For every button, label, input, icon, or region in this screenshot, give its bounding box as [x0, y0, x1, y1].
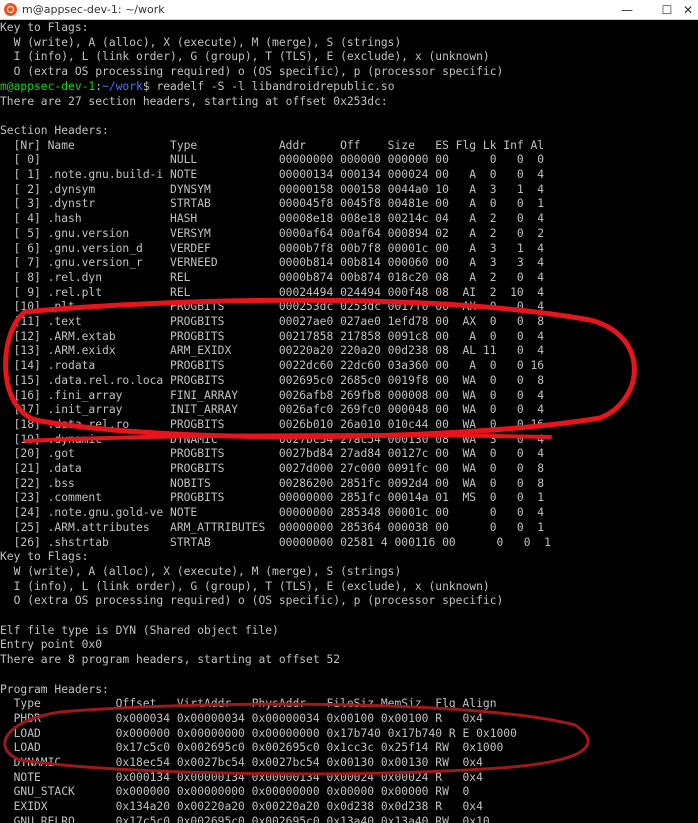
- terminal-line: Entry point 0x0: [0, 638, 103, 652]
- terminal-line: I (info), L (link order), G (group), T (…: [0, 579, 490, 593]
- terminal-output[interactable]: Key to Flags: W (write), A (alloc), X (e…: [0, 21, 698, 823]
- terminal-line: I (info), L (link order), G (group), T (…: [0, 50, 490, 64]
- terminal-line: [ 8] .rel.dyn REL 0000b874 00b874 018c20…: [0, 270, 545, 284]
- terminal-line: [ 1] .note.gnu.build-i NOTE 00000134 000…: [0, 168, 545, 181]
- close-button[interactable]: ✕: [678, 0, 698, 20]
- terminal-line: [12] .ARM.extab PROGBITS 00217858 217858…: [0, 329, 545, 343]
- terminal-line: Section Headers:: [0, 123, 109, 137]
- terminal-line: GNU_RELRO 0x17c5c0 0x002695c0 0x002695c0…: [0, 814, 490, 823]
- terminal-line: [13] .ARM.exidx ARM_EXIDX 00220a20 220a2…: [0, 344, 545, 358]
- prompt-command: $ readelf -S -l libandroidrepublic.so: [142, 79, 395, 93]
- terminal-line: [10] .plt PROGBITS 000253dc 0253dc 0017f…: [0, 300, 545, 314]
- terminal-line: [11] .text PROGBITS 00027ae0 027ae0 1efd…: [0, 315, 545, 328]
- terminal-line: [14] .rodata PROGBITS 0022dc60 22dc60 03…: [0, 359, 545, 373]
- terminal-line: [ 4] .hash HASH 00008e18 008e18 00214c 0…: [0, 212, 545, 226]
- terminal-line: Program Headers:: [0, 682, 109, 696]
- terminal-line: [ 3] .dynstr STRTAB 000045f8 0045f8 0048…: [0, 197, 545, 211]
- terminal-line: [Nr] Name Type Addr Off Size ES Flg Lk I…: [0, 138, 545, 152]
- terminal-line: There are 8 program headers, starting at…: [0, 653, 341, 667]
- terminal-line: Type Offset VirtAddr PhysAddr FileSiz Me…: [0, 697, 497, 711]
- terminal-line: Key to Flags:: [0, 21, 89, 34]
- terminal-line: Key to Flags:: [0, 550, 89, 564]
- terminal-line: [25] .ARM.attributes ARM_ATTRIBUTES 0000…: [0, 520, 545, 534]
- terminal-line: O (extra OS processing required) o (OS s…: [0, 594, 504, 608]
- terminal-line: LOAD 0x17c5c0 0x002695c0 0x002695c0 0x1c…: [0, 741, 504, 755]
- terminal-line: [ 0] NULL 00000000 000000 000000 00 0 0 …: [0, 153, 545, 167]
- terminal-line: [24] .note.gnu.gold-ve NOTE 00000000 285…: [0, 506, 545, 520]
- terminal-line: [22] .bss NOBITS 00286200 2851fc 0092d4 …: [0, 476, 545, 490]
- terminal-line: [23] .comment PROGBITS 00000000 2851fc 0…: [0, 491, 545, 505]
- ubuntu-icon: [4, 3, 17, 16]
- window-title: m@appsec-dev-1: ~/work: [22, 3, 165, 16]
- terminal-line: There are 27 section headers, starting a…: [0, 94, 388, 108]
- terminal-line: [16] .fini_array FINI_ARRAY 0026afb8 269…: [0, 388, 545, 402]
- terminal-line: [ 6] .gnu.version_d VERDEF 0000b7f8 00b7…: [0, 241, 545, 255]
- terminal-line: Elf file type is DYN (Shared object file…: [0, 623, 279, 637]
- terminal-line: [17] .init_array INIT_ARRAY 0026afc0 269…: [0, 403, 545, 417]
- terminal-line: LOAD 0x000000 0x00000000 0x00000000 0x17…: [0, 726, 517, 740]
- terminal-line: [ 2] .dynsym DYNSYM 00000158 000158 0044…: [0, 182, 545, 196]
- prompt-path: ~/work: [102, 79, 143, 93]
- terminal-line: [20] .got PROGBITS 0027bd84 27ad84 00127…: [0, 447, 545, 461]
- terminal-line: O (extra OS processing required) o (OS s…: [0, 65, 504, 79]
- terminal-line: DYNAMIC 0x18ec54 0x0027bc54 0x0027bc54 0…: [0, 756, 483, 769]
- terminal-line: [18] .data.rel.ro PROGBITS 0026b010 26a0…: [0, 417, 545, 431]
- terminal-line: [ 5] .gnu.version VERSYM 0000af64 00af64…: [0, 226, 545, 240]
- terminal-line: [26] .shstrtab STRTAB 00000000 02581 4 0…: [0, 535, 551, 549]
- terminal-line: EXIDX 0x134a20 0x00220a20 0x00220a20 0x0…: [0, 800, 483, 814]
- terminal-line: [21] .data PROGBITS 0027d000 27c000 0091…: [0, 462, 545, 475]
- terminal-line: NOTE 0x000134 0x00000134 0x00000134 0x00…: [0, 770, 483, 784]
- terminal-line: W (write), A (alloc), X (execute), M (me…: [0, 35, 402, 49]
- terminal-line: [ 9] .rel.plt REL 00024494 024494 000f48…: [0, 285, 545, 299]
- terminal-line: PHDR 0x000034 0x00000034 0x00000034 0x00…: [0, 711, 483, 725]
- terminal-line: GNU_STACK 0x000000 0x00000000 0x00000000…: [0, 785, 470, 799]
- prompt-separator: :: [95, 79, 103, 93]
- terminal-line: W (write), A (alloc), X (execute), M (me…: [0, 564, 402, 578]
- window-titlebar: m@appsec-dev-1: ~/work — ☐ ✕: [0, 0, 698, 20]
- prompt-user: m@appsec-dev-1: [0, 79, 96, 93]
- terminal-line: [19] .dynamic DYNAMIC 0027bc54 27ac54 00…: [0, 432, 545, 446]
- shell-prompt-line: m@appsec-dev-1:~/work$ readelf -S -l lib…: [0, 80, 395, 94]
- terminal-line: [ 7] .gnu.version_r VERNEED 0000b814 00b…: [0, 256, 545, 270]
- terminal-line: [15] .data.rel.ro.loca PROGBITS 002695c0…: [0, 373, 545, 387]
